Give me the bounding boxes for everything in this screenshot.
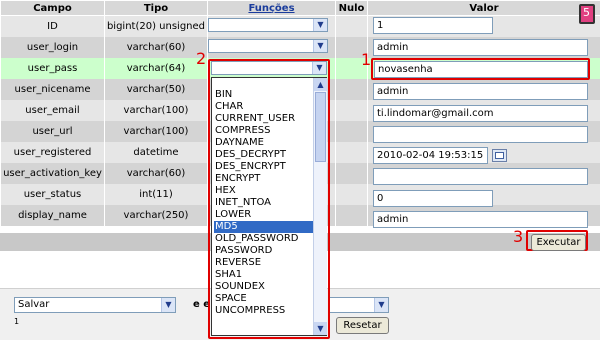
field-name: user_url — [1, 121, 105, 142]
field-type: varchar(100) — [105, 100, 208, 121]
value-input[interactable]: admin — [373, 83, 588, 100]
annotation-badge-5: 5 — [579, 4, 595, 24]
header-functions[interactable]: Funções — [208, 1, 336, 16]
annotation-number-2: 2 — [196, 51, 206, 67]
after-insert-select[interactable]: ▼ — [328, 297, 389, 313]
value-input[interactable]: 0 — [373, 190, 493, 207]
header-type: Tipo — [105, 1, 208, 16]
field-name: user_pass — [1, 58, 105, 79]
field-type: varchar(100) — [105, 121, 208, 142]
annotation-number-5: 5 — [583, 7, 590, 19]
header-row: Campo Tipo Funções Nulo Valor — [1, 1, 600, 16]
footer-count: 1 — [14, 317, 19, 326]
calendar-icon[interactable] — [492, 149, 507, 162]
field-name: user_login — [1, 37, 105, 58]
field-type: bigint(20) unsigned — [105, 16, 208, 38]
annotation-box-dropdown — [208, 59, 330, 339]
annotation-number-1: 1 — [361, 52, 371, 68]
value-input[interactable]: admin — [373, 211, 588, 228]
chevron-down-icon: ▼ — [374, 298, 388, 312]
field-type: varchar(250) — [105, 205, 208, 226]
header-null: Nulo — [336, 1, 368, 16]
field-name: display_name — [1, 205, 105, 226]
field-name: user_email — [1, 100, 105, 121]
after-save-select[interactable]: Salvar ▼ — [14, 297, 176, 313]
reset-button[interactable]: Resetar — [336, 317, 389, 334]
annotation-box-value — [371, 58, 590, 80]
chevron-down-icon: ▼ — [313, 40, 327, 52]
annotation-number-3: 3 — [513, 229, 523, 245]
after-save-select-value: Salvar — [18, 298, 49, 312]
field-name: user_nicename — [1, 79, 105, 100]
field-name: user_registered — [1, 142, 105, 163]
field-name: user_activation_key — [1, 163, 105, 184]
chevron-down-icon: ▼ — [161, 298, 175, 312]
header-field: Campo — [1, 1, 105, 16]
field-type: datetime — [105, 142, 208, 163]
field-type: varchar(60) — [105, 37, 208, 58]
value-input[interactable]: admin — [373, 39, 588, 56]
field-type: int(11) — [105, 184, 208, 205]
value-input-datetime[interactable]: 2010-02-04 19:53:15 — [373, 147, 488, 164]
value-input[interactable]: 1 — [373, 17, 493, 34]
function-select[interactable]: ▼ — [208, 18, 328, 32]
function-select[interactable]: ▼ — [208, 39, 328, 53]
field-type: varchar(50) — [105, 79, 208, 100]
field-type: varchar(64) — [105, 58, 208, 79]
field-name: ID — [1, 16, 105, 38]
value-input[interactable]: ti.lindomar@gmail.com — [373, 105, 588, 122]
chevron-down-icon: ▼ — [313, 19, 327, 31]
field-name: user_status — [1, 184, 105, 205]
value-input[interactable] — [373, 168, 588, 185]
header-value: Valor — [368, 1, 600, 16]
field-type: varchar(60) — [105, 163, 208, 184]
execute-button[interactable]: Executar — [531, 234, 586, 251]
value-input[interactable] — [373, 126, 588, 143]
